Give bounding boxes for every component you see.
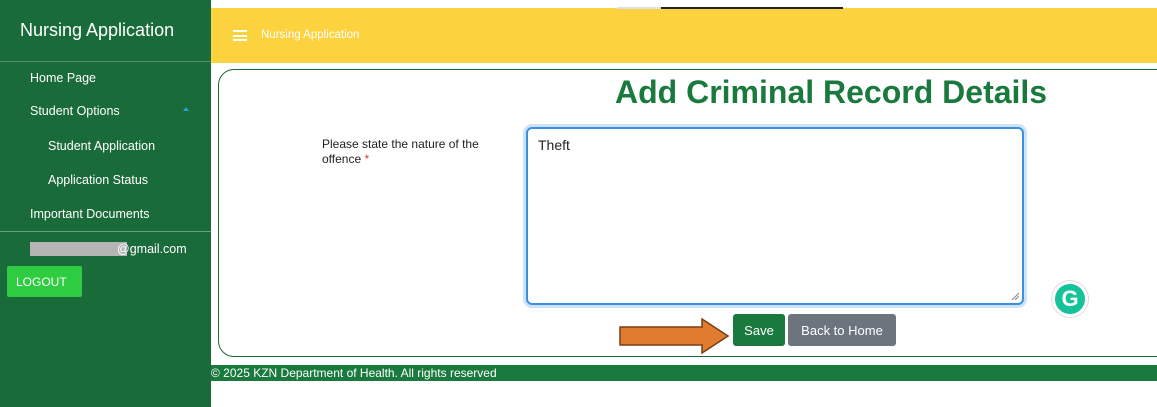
sidebar-brand[interactable]: Nursing Application [0,0,211,62]
top-edge-strip-dark [661,7,843,9]
sidebar-divider [0,231,211,232]
email-domain: gmail.com [129,242,187,256]
sidebar: Nursing Application [0,0,211,407]
grammarly-icon[interactable]: G [1052,281,1088,317]
offence-label: Please state the nature of the offence * [322,137,479,166]
required-marker: * [364,152,370,166]
caret-up-icon[interactable] [183,107,189,111]
top-edge-strip [617,7,661,9]
arrow-right-icon [619,318,730,354]
email-redaction [30,242,127,256]
footer: © 2025 KZN Department of Health. All rig… [211,365,1157,381]
hamburger-icon[interactable] [233,30,247,41]
save-button[interactable]: Save [733,314,785,346]
resize-handle-icon[interactable] [1011,292,1019,300]
offence-textarea[interactable] [526,127,1024,305]
sidebar-item-student-application[interactable]: Student Application [48,139,155,153]
page-title: Add Criminal Record Details [615,74,1048,110]
sidebar-item-student-options[interactable]: Student Options [30,104,120,118]
logout-button[interactable]: LOGOUT [7,266,82,297]
footer-text: © 2025 KZN Department of Health. All rig… [211,366,497,380]
back-to-home-button[interactable]: Back to Home [788,314,896,346]
sidebar-item-home[interactable]: Home Page [30,71,96,85]
sidebar-item-important-documents[interactable]: Important Documents [30,207,150,221]
topbar-title: Nursing Application [261,29,360,41]
sidebar-item-application-status[interactable]: Application Status [48,173,148,187]
